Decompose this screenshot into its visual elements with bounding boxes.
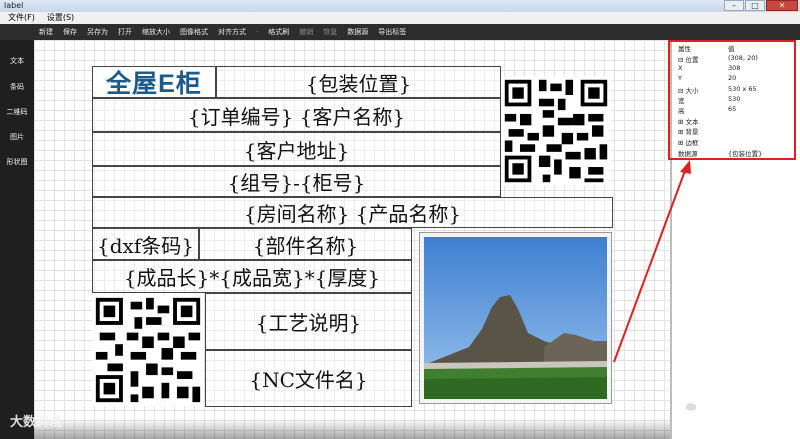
toolbar: 新建 保存 另存为 打开 缩放大小 图像格式 对齐方式 · 格式刷 撤销 恢复 … <box>0 24 800 40</box>
toolbar-open-button[interactable]: 打开 <box>113 27 137 37</box>
menu-settings[interactable]: 设置(S) <box>43 12 78 24</box>
sidebar-item-shape[interactable]: 形状图 <box>0 157 34 167</box>
dimensions-field[interactable]: {成品长}*{成品宽}*{厚度} <box>92 260 412 293</box>
mountain-image <box>424 237 607 399</box>
highlight-frame <box>668 40 796 160</box>
qr-code-top[interactable] <box>501 75 611 187</box>
part-name-field[interactable]: {部件名称} <box>199 228 412 260</box>
toolbar-export-label-button[interactable]: 导出标签 <box>373 27 411 37</box>
process-note-field[interactable]: {工艺说明} <box>205 293 412 350</box>
landscape-photo[interactable] <box>419 232 612 404</box>
bottom-shadow <box>34 419 670 439</box>
package-position-field[interactable]: {包装位置} <box>216 66 501 98</box>
wechat-icon <box>678 397 698 413</box>
order-customer-field[interactable]: {订单编号} {客户名称} <box>92 98 501 132</box>
menu-bar: 文件(F) 设置(S) <box>0 12 800 24</box>
toolbar-undo-button[interactable]: 撤销 <box>294 27 318 37</box>
toolbar-align-button[interactable]: 对齐方式 <box>213 27 251 37</box>
toolbar-save-button[interactable]: 保存 <box>58 27 82 37</box>
window-title: label <box>4 1 24 10</box>
qr-code-bottom[interactable] <box>92 293 204 407</box>
toolbar-format-painter-button[interactable]: 格式刷 <box>263 27 294 37</box>
sidebar-item-text[interactable]: 文本 <box>0 56 34 66</box>
window-controls: – □ ✕ <box>724 0 798 11</box>
watermark-text: 大数跨境 <box>10 415 63 430</box>
toolbar-redo-button[interactable]: 恢复 <box>318 27 342 37</box>
sidebar-item-barcode[interactable]: 条码 <box>0 82 34 92</box>
toolbar-resize-button[interactable]: 缩放大小 <box>137 27 175 37</box>
toolbar-new-button[interactable]: 新建 <box>34 27 58 37</box>
logo-box[interactable]: 全屋E柜 <box>92 66 216 98</box>
nc-file-field[interactable]: {NC文件名} <box>205 350 412 407</box>
group-cabinet-field[interactable]: {组号}-{柜号} <box>92 166 501 197</box>
close-button[interactable]: ✕ <box>766 0 798 11</box>
element-sidebar: 文本 条码 二维码 图片 形状图 <box>0 40 34 439</box>
design-canvas[interactable]: 全屋E柜 {包装位置} {订单编号} {客户名称} {客户地址} {组号}-{柜… <box>34 40 670 439</box>
dxf-barcode-field[interactable]: {dxf条码} <box>92 228 199 260</box>
minimize-button[interactable]: – <box>724 0 744 11</box>
sidebar-item-qrcode[interactable]: 二维码 <box>0 107 34 117</box>
toolbar-separator: · <box>256 28 259 36</box>
menu-file[interactable]: 文件(F) <box>4 12 39 24</box>
sidebar-item-image[interactable]: 图片 <box>0 132 34 142</box>
customer-address-field[interactable]: {客户地址} <box>92 132 501 166</box>
wechat-brand-text: 全屋E柜 <box>702 399 768 420</box>
toolbar-data-source-button[interactable]: 数据源 <box>342 27 373 37</box>
room-product-field[interactable]: {房间名称} {产品名称} <box>92 197 613 228</box>
toolbar-image-format-button[interactable]: 图像格式 <box>175 27 213 37</box>
toolbar-save-as-button[interactable]: 另存为 <box>82 27 113 37</box>
maximize-button[interactable]: □ <box>745 0 765 11</box>
